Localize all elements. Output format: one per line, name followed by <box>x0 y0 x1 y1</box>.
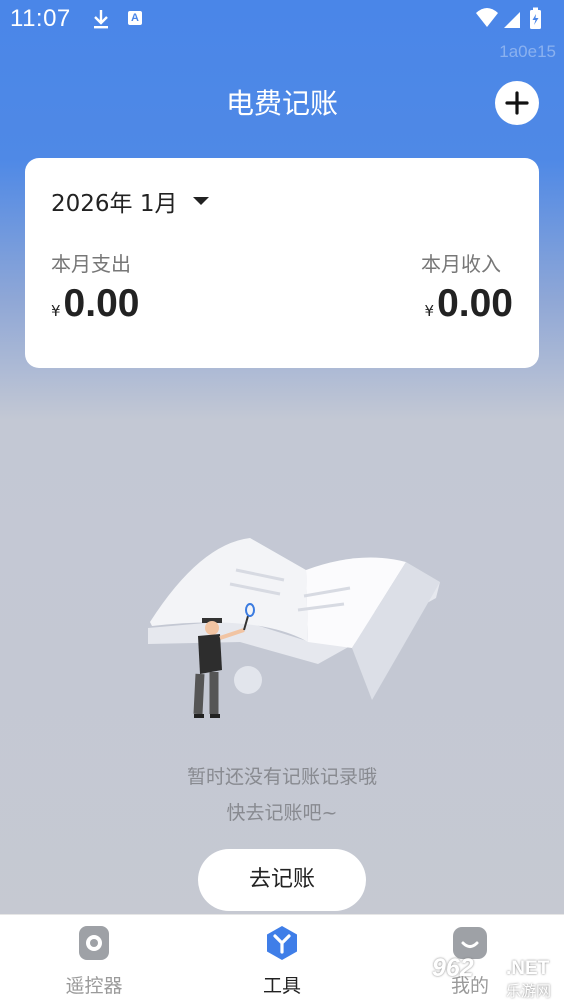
app-a-icon: A <box>128 11 142 25</box>
expense-amount: ¥ 0.00 <box>51 282 139 326</box>
watermark-text: 乐游网 <box>506 982 552 1000</box>
add-record-button[interactable] <box>495 81 539 125</box>
watermark-suffix: .NET <box>506 958 550 979</box>
caret-down-icon <box>193 197 210 205</box>
tab-tools[interactable]: 工具 <box>188 915 376 1005</box>
overlay-id-text: 1a0e15 <box>499 42 556 61</box>
tab-remote-label: 遥控器 <box>65 975 123 997</box>
page-title: 电费记账 <box>225 87 338 120</box>
currency-symbol: ¥ <box>51 302 61 320</box>
plus-icon <box>505 91 529 115</box>
wifi-icon <box>476 8 498 27</box>
signal-icon <box>504 12 520 28</box>
go-record-button[interactable]: 去记账 <box>198 849 366 911</box>
status-bar: 11:07 A <box>0 0 564 40</box>
watermark-number: 962 <box>432 954 474 982</box>
remote-icon <box>79 926 109 960</box>
empty-message-line1: 暂时还没有记账记录哦 <box>186 766 377 788</box>
month-selector[interactable]: 2026年 1月 <box>51 184 210 218</box>
tools-icon <box>267 926 297 960</box>
tab-tools-label: 工具 <box>262 975 301 997</box>
income-value: 0.00 <box>437 282 513 325</box>
battery-charging-icon <box>530 7 541 29</box>
income-amount: ¥ 0.00 <box>425 282 513 326</box>
download-icon <box>94 10 108 29</box>
empty-book-illustration <box>148 538 440 718</box>
expense-value: 0.00 <box>63 282 140 325</box>
currency-symbol: ¥ <box>424 302 435 320</box>
site-watermark: 962 .NET 乐游网 <box>424 952 560 1000</box>
status-right-icons <box>476 7 541 29</box>
empty-message-line2: 快去记账吧~ <box>226 802 338 824</box>
status-time: 11:07 <box>10 5 71 32</box>
tab-remote[interactable]: 遥控器 <box>0 915 188 1005</box>
month-label: 2026年 1月 <box>51 191 178 217</box>
income-label: 本月收入 <box>421 252 501 276</box>
expense-label: 本月支出 <box>51 252 131 276</box>
summary-card: 2026年 1月 本月支出 本月收入 ¥ 0.00 ¥ 0.00 <box>25 158 539 368</box>
